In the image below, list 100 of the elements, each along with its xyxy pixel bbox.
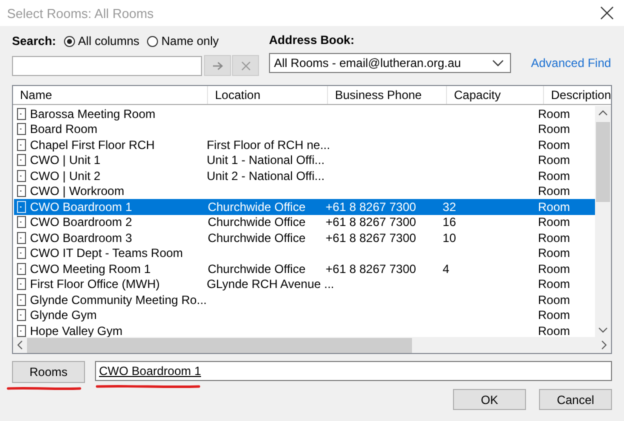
- table-row[interactable]: Glynde Gym Room: [14, 308, 595, 323]
- table-cell: Room: [538, 106, 570, 121]
- search-field[interactable]: [12, 56, 202, 76]
- table-row[interactable]: CWO | Unit 1 Unit 1 - National Offi... Room: [14, 152, 595, 168]
- room-icon: [17, 185, 26, 198]
- table-cell: Chapel First Floor RCH: [30, 138, 155, 152]
- room-icon: [17, 294, 26, 306]
- table-cell: Board Room: [30, 122, 98, 136]
- table-row[interactable]: Board Room Room: [14, 122, 595, 137]
- room-icon: [17, 216, 26, 228]
- table-cell: Room: [538, 277, 570, 292]
- room-icon: [17, 278, 26, 290]
- go-button[interactable]: [204, 55, 231, 76]
- table-cell: Churchwide Office: [208, 262, 306, 276]
- table-cell: Room: [538, 200, 570, 214]
- horizontal-scrollbar[interactable]: [13, 337, 611, 353]
- table-cell: CWO Boardroom 2: [30, 215, 132, 230]
- room-icon: [17, 309, 26, 322]
- table-cell: CWO Boardroom 1: [30, 200, 132, 214]
- table-cell: Churchwide Office: [208, 215, 306, 230]
- table-row[interactable]: First Floor Office (MWH) GLynde RCH Avenue ... Room: [14, 276, 595, 292]
- scroll-down-icon[interactable]: [598, 327, 608, 333]
- advanced-find-link[interactable]: Advanced Find: [531, 56, 612, 70]
- table-cell: Glynde Community Meeting Ro...: [30, 292, 207, 307]
- close-icon[interactable]: [600, 6, 614, 20]
- table-cell: Room: [538, 308, 570, 322]
- table-cell: Room: [538, 184, 570, 198]
- table-row[interactable]: CWO | Workroom Room: [14, 184, 595, 199]
- table-cell: CWO IT Dept - Teams Room: [30, 246, 183, 260]
- table-cell: +61 8 8267 7300: [326, 230, 416, 245]
- room-icon: [17, 108, 26, 120]
- table-cell: Room: [538, 153, 570, 168]
- room-icon: [17, 232, 26, 244]
- table-cell: CWO | Unit 2: [30, 168, 100, 183]
- table-row[interactable]: CWO Boardroom 2 Churchwide Office +61 8 8267 7300 16 Room: [14, 214, 595, 230]
- column-header[interactable]: Business Phone: [328, 86, 447, 104]
- table-cell: +61 8 8267 7300: [326, 262, 416, 276]
- clear-icon: [240, 60, 250, 70]
- dialog-button[interactable]: Cancel: [539, 389, 612, 410]
- table-cell: Barossa Meeting Room: [30, 106, 156, 121]
- table-row[interactable]: Glynde Community Meeting Ro... Room: [14, 292, 595, 308]
- table-row[interactable]: CWO Boardroom 3 Churchwide Office +61 8 8267 7300 10 Room: [14, 230, 595, 246]
- table-row[interactable]: Barossa Meeting Room Room: [14, 106, 595, 122]
- room-icon: [17, 138, 26, 151]
- address-book-dropdown[interactable]: All Rooms - email@lutheran.org.au: [269, 53, 511, 73]
- column-header[interactable]: Name: [13, 86, 208, 104]
- table-cell: +61 8 8267 7300: [326, 200, 416, 214]
- table-row[interactable]: Hope Valley Gym Room: [14, 323, 595, 337]
- arrow-icon: [212, 60, 224, 70]
- table-row[interactable]: CWO IT Dept - Teams Room Room: [14, 246, 595, 261]
- table-cell: Hope Valley Gym: [30, 324, 122, 337]
- column-header[interactable]: Capacity: [447, 86, 544, 104]
- column-header[interactable]: Description: [544, 86, 611, 104]
- table-cell: Unit 2 - National Offi...: [206, 168, 325, 183]
- rooms-field[interactable]: CWO Boardroom 1: [95, 361, 612, 381]
- table-cell: CWO Boardroom 3: [30, 230, 132, 245]
- scroll-up-icon[interactable]: [598, 110, 608, 116]
- table-row[interactable]: CWO Meeting Room 1 Churchwide Office +61 8 8267 7300 4 Room: [14, 261, 595, 276]
- table-cell: 4: [442, 262, 450, 276]
- scroll-right-icon[interactable]: [601, 340, 607, 350]
- window-title: Select Rooms: All Rooms: [7, 6, 154, 20]
- table-cell: Room: [538, 262, 570, 276]
- dialog-button[interactable]: OK: [453, 389, 526, 410]
- table-row[interactable]: CWO | Unit 2 Unit 2 - National Offi... Room: [14, 168, 595, 184]
- room-icon: [17, 262, 26, 275]
- radio-option[interactable]: All columns: [64, 34, 140, 48]
- table-cell: Churchwide Office: [208, 200, 306, 214]
- room-icon: [17, 170, 26, 182]
- table-cell: +61 8 8267 7300: [326, 215, 416, 230]
- table-cell: 10: [442, 230, 456, 245]
- table-cell: Room: [538, 215, 570, 230]
- table-cell: CWO | Unit 1: [30, 153, 100, 168]
- table-cell: First Floor of RCH ne...: [206, 138, 330, 152]
- table-cell: Room: [538, 168, 570, 183]
- table-row[interactable]: Chapel First Floor RCH First Floor of RCH ne... Room: [14, 137, 595, 152]
- column-header[interactable]: Location: [208, 86, 328, 104]
- table-cell: Unit 1 - National Offi...: [206, 153, 325, 168]
- table-cell: Room: [538, 138, 570, 152]
- table-row[interactable]: CWO Boardroom 1 Churchwide Office +61 8 8267 7300 32 Room: [14, 199, 595, 214]
- table-cell: 16: [442, 215, 456, 230]
- scroll-left-icon[interactable]: [17, 340, 23, 350]
- radio-option[interactable]: Name only: [147, 34, 219, 48]
- rooms-button[interactable]: Rooms: [12, 361, 85, 383]
- chevron-down-icon: [492, 59, 504, 67]
- room-icon: [17, 324, 26, 337]
- table-cell: Glynde Gym: [30, 308, 97, 322]
- table-cell: Churchwide Office: [208, 230, 306, 245]
- address-book-label: Address Book:: [269, 33, 356, 47]
- table-cell: Room: [538, 122, 570, 136]
- table-cell: Room: [538, 292, 570, 307]
- vertical-scrollbar[interactable]: [595, 106, 611, 337]
- table-cell: CWO | Workroom: [30, 184, 124, 198]
- table-cell: Room: [538, 246, 570, 260]
- table-cell: GLynde RCH Avenue ...: [206, 277, 334, 292]
- table-cell: CWO Meeting Room 1: [30, 262, 151, 276]
- table-cell: First Floor Office (MWH): [30, 277, 160, 292]
- room-icon: [17, 123, 26, 136]
- table-cell: Room: [538, 230, 570, 245]
- room-icon: [17, 154, 26, 166]
- room-icon: [17, 247, 26, 260]
